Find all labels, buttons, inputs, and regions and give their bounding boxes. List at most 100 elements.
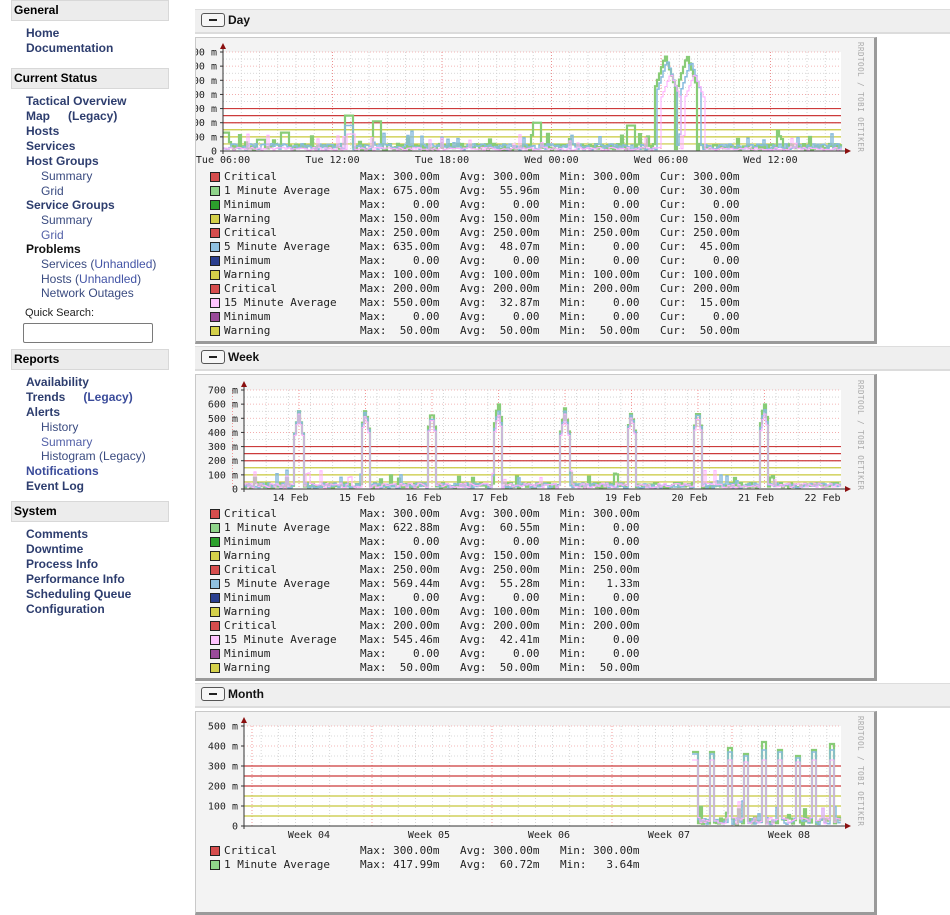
legend-avg: Avg: 48.07m	[460, 240, 540, 253]
collapse-month-button[interactable]	[201, 687, 225, 701]
nav-service-groups[interactable]: Service Groups	[0, 198, 180, 213]
nav-scheduling-queue[interactable]: Scheduling Queue	[0, 587, 180, 602]
legend-avg: Avg: 55.96m	[460, 184, 540, 197]
nav-alerts-histogram[interactable]: Histogram (Legacy)	[0, 449, 180, 464]
legend-swatch	[210, 593, 220, 603]
y-tick-label: 600 m	[196, 62, 217, 73]
rrdtool-watermark: RRDTOOL / TOBI OETIKER	[856, 380, 865, 490]
panel-day: Day 0100 m200 m300 m400 m500 m600 m700 m…	[195, 9, 950, 344]
panel-day-title: Day	[228, 13, 251, 27]
nav-event-log[interactable]: Event Log	[0, 479, 180, 494]
nav-problems-hosts[interactable]: Hosts	[41, 272, 72, 286]
nav-comments[interactable]: Comments	[0, 527, 180, 542]
nav-configuration[interactable]: Configuration	[0, 602, 180, 617]
nav-alerts[interactable]: Alerts	[0, 405, 180, 420]
legend-min: Min: 0.00	[560, 591, 640, 604]
legend-swatch	[210, 326, 220, 336]
legend-swatch	[210, 635, 220, 645]
x-tick-label: Wed 06:00	[634, 155, 688, 166]
legend-max: Max: 100.00m	[360, 268, 440, 281]
nav-hosts[interactable]: Hosts	[0, 124, 180, 139]
legend-cur: Cur: 0.00	[660, 310, 740, 323]
chart-month: 0 100 m 200 m 300 m 400 m 500 m Week 04 Week 05…	[208, 716, 865, 841]
panel-month-header: Month	[195, 683, 950, 708]
nav-problems[interactable]: Problems	[0, 242, 180, 257]
legend-avg: Avg: 0.00	[460, 591, 540, 604]
y-tick-label: 500 m	[208, 414, 238, 425]
legend-swatch	[210, 579, 220, 589]
legend-swatch	[210, 214, 220, 224]
y-tick-label: 400 m	[208, 428, 238, 439]
y-axis-arrow-icon	[220, 43, 226, 49]
y-axis-arrow-icon	[241, 717, 247, 723]
legend-swatch	[210, 284, 220, 294]
legend-avg: Avg: 250.00m	[460, 563, 540, 576]
legend-avg: Avg: 0.00	[460, 254, 540, 267]
y-tick-label: 0	[232, 485, 238, 496]
nav-map[interactable]: Map	[26, 109, 50, 123]
quick-search-input[interactable]	[23, 322, 153, 343]
legend-min: Min: 0.00	[560, 647, 640, 660]
nav-tactical-overview[interactable]: Tactical Overview	[0, 94, 180, 109]
legend-max: Max: 0.00	[360, 254, 440, 267]
chart-week: 0 100 m 200 m 300 m 400 m 500 m 600 m 700 m 14 F…	[208, 380, 865, 504]
nav-trends[interactable]: Trends	[26, 390, 65, 404]
nav-alerts-summary[interactable]: Summary	[0, 435, 180, 450]
nav-service-groups-summary[interactable]: Summary	[0, 213, 180, 228]
legend-cur: Cur: 300.00m	[660, 170, 740, 183]
nav-performance-info[interactable]: Performance Info	[0, 572, 180, 587]
nav-trends-legacy[interactable]: (Legacy)	[83, 390, 132, 404]
x-tick-label: 15 Feb	[339, 493, 375, 504]
y-tick-label: 700 m	[208, 386, 238, 397]
nav-availability[interactable]: Availability	[0, 375, 180, 390]
legend-avg: Avg: 200.00m	[460, 282, 540, 295]
legend-min: Min: 50.00m	[560, 661, 640, 674]
nav-network-outages[interactable]: Network Outages	[0, 286, 180, 301]
minus-icon	[209, 19, 217, 21]
legend-name: Critical	[224, 226, 277, 239]
legend-name: 5 Minute Average	[224, 577, 330, 590]
legend-swatch	[210, 846, 220, 856]
nav-downtime[interactable]: Downtime	[0, 542, 180, 557]
panel-month: Month 0 100 m 200 m 300 m 400 m 500 m Week 04 W…	[195, 683, 950, 915]
legend-name: Critical	[224, 282, 277, 295]
nav-service-groups-grid[interactable]: Grid	[0, 228, 180, 243]
legend-max: Max: 569.44m	[360, 577, 440, 590]
nav-problems-services[interactable]: Services	[41, 257, 87, 271]
nav-alerts-history[interactable]: History	[0, 420, 180, 435]
panel-week-header: Week	[195, 346, 950, 371]
nav-documentation[interactable]: Documentation	[0, 41, 180, 56]
rrdtool-watermark: RRDTOOL / TOBI OETIKER	[856, 716, 865, 826]
nav-notifications[interactable]: Notifications	[0, 464, 180, 479]
nav-process-info[interactable]: Process Info	[0, 557, 180, 572]
nav-problems-hosts-unhandled[interactable]: Unhandled	[79, 272, 137, 286]
y-tick-label: 0	[232, 822, 238, 833]
x-tick-label: Week 04	[288, 830, 330, 841]
nav-map-legacy[interactable]: (Legacy)	[68, 109, 117, 123]
legend-avg: Avg: 32.87m	[460, 296, 540, 309]
collapse-week-button[interactable]	[201, 350, 225, 364]
nav-host-groups-grid[interactable]: Grid	[0, 184, 180, 199]
legend-name: Warning	[224, 324, 271, 337]
legend-cur: Cur: 150.00m	[660, 212, 740, 225]
x-tick-label: Tue 06:00	[196, 155, 250, 166]
legend-min: Min: 3.64m	[560, 858, 640, 871]
legend-swatch	[210, 607, 220, 617]
collapse-day-button[interactable]	[201, 13, 225, 27]
legend-max: Max: 200.00m	[360, 619, 440, 632]
legend-name: Critical	[224, 844, 277, 857]
nav-services[interactable]: Services	[0, 139, 180, 154]
nav-host-groups[interactable]: Host Groups	[0, 154, 180, 169]
legend-swatch	[210, 172, 220, 182]
nav-home[interactable]: Home	[0, 26, 180, 41]
legend-max: Max: 250.00m	[360, 563, 440, 576]
legend-name: Critical	[224, 507, 277, 520]
legend-avg: Avg: 100.00m	[460, 268, 540, 281]
nav-problems-hosts-row: Hosts (Unhandled)	[41, 271, 142, 286]
nav-host-groups-summary[interactable]: Summary	[0, 169, 180, 184]
legend-max: Max: 100.00m	[360, 605, 440, 618]
nav-header-system: System	[11, 501, 169, 522]
y-tick-label: 100 m	[208, 802, 238, 813]
nav-problems-services-unhandled[interactable]: Unhandled	[94, 257, 152, 271]
legend-min: Min: 200.00m	[560, 619, 640, 632]
